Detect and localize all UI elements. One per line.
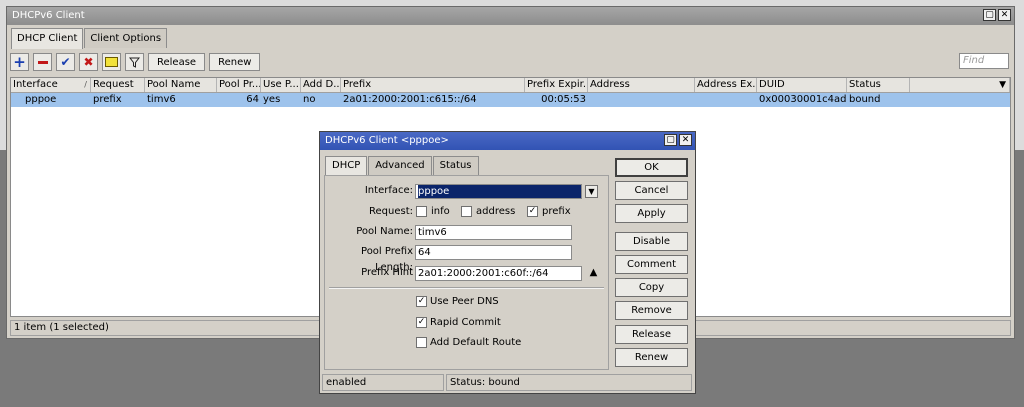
rapid-commit-checkbox[interactable]: ✓	[416, 317, 427, 328]
apply-button[interactable]: Apply	[615, 204, 688, 223]
add-default-route-label: Add Default Route	[430, 337, 522, 348]
collapse-up-icon[interactable]: ▲	[587, 267, 600, 280]
col-prefix[interactable]: Prefix	[341, 78, 525, 92]
enable-button[interactable]: ✔	[56, 53, 75, 71]
request-label: Request:	[369, 206, 413, 217]
cell-prefix: 2a01:2000:2001:c615::/64	[343, 94, 477, 105]
request-info-label: info	[431, 206, 450, 217]
request-info-checkbox[interactable]	[416, 206, 427, 217]
col-prefix-expires[interactable]: Prefix Expir...	[525, 78, 588, 92]
cell-add-default: no	[303, 94, 316, 105]
dhcpv6-client-dialog: DHCPv6 Client <pppoe> ▢ ✕ DHCP Advanced …	[319, 131, 696, 394]
add-button[interactable]: +	[10, 53, 29, 71]
pool-name-input[interactable]: timv6	[415, 225, 572, 240]
renew-button[interactable]: Renew	[615, 348, 688, 367]
cell-request: prefix	[93, 94, 122, 105]
col-request[interactable]: Request	[91, 78, 145, 92]
dialog-status-enabled: enabled	[322, 374, 444, 391]
col-pool-name[interactable]: Pool Name	[145, 78, 217, 92]
request-prefix-label: prefix	[542, 206, 571, 217]
use-peer-dns-label: Use Peer DNS	[430, 296, 499, 307]
dropdown-arrow-icon: ▼	[999, 80, 1006, 90]
col-address-expires[interactable]: Address Ex...	[695, 78, 757, 92]
minus-icon	[37, 60, 48, 64]
tab-advanced[interactable]: Advanced	[368, 156, 432, 175]
cell-use-peer: yes	[263, 94, 281, 105]
tab-status[interactable]: Status	[432, 156, 479, 175]
rapid-commit-label: Rapid Commit	[430, 317, 501, 328]
cancel-button[interactable]: Cancel	[615, 181, 688, 200]
comment-button[interactable]	[102, 53, 121, 71]
cell-duid: 0x00030001c4ad...	[759, 94, 847, 105]
plus-icon: +	[13, 53, 26, 71]
col-address[interactable]: Address	[588, 78, 695, 92]
cell-prefix-expires: 00:05:53	[541, 94, 586, 105]
remove-button[interactable]	[33, 53, 52, 71]
remove-button[interactable]: Remove	[615, 301, 688, 320]
col-use-peer[interactable]: Use P...	[261, 78, 301, 92]
cell-address	[588, 93, 695, 107]
ok-button[interactable]: OK	[615, 158, 688, 177]
dialog-title: DHCPv6 Client <pppoe>	[325, 135, 449, 146]
col-duid[interactable]: DUID	[757, 78, 847, 92]
col-pool-prefix[interactable]: Pool Pr...	[217, 78, 261, 92]
request-address-checkbox[interactable]	[461, 206, 472, 217]
col-status[interactable]: Status	[847, 78, 910, 92]
cell-pool-name: timv6	[147, 94, 176, 105]
window-titlebar[interactable]: DHCPv6 Client ▢ ✕	[7, 7, 1014, 25]
release-button[interactable]: Release	[148, 53, 206, 71]
pool-name-label: Pool Name:	[356, 226, 413, 237]
col-interface[interactable]: Interface /	[11, 78, 91, 92]
renew-button[interactable]: Renew	[209, 53, 261, 71]
use-peer-dns-checkbox[interactable]: ✓	[416, 296, 427, 307]
interface-dropdown-icon[interactable]: ▼	[585, 185, 598, 198]
prefix-hint-input[interactable]: 2a01:2000:2001:c60f::/64	[415, 266, 582, 281]
tab-dhcp[interactable]: DHCP	[325, 156, 368, 176]
comment-icon	[105, 57, 118, 67]
sort-asc-icon: /	[84, 80, 87, 89]
dialog-restore-icon[interactable]: ▢	[664, 134, 677, 146]
filter-icon	[129, 57, 140, 68]
comment-button[interactable]: Comment	[615, 255, 688, 274]
prefix-hint-label: Prefix Hint	[361, 267, 413, 278]
cell-address-expires	[695, 93, 757, 107]
check-icon: ✔	[60, 55, 71, 69]
dialog-close-icon[interactable]: ✕	[679, 134, 692, 146]
cell-status: bound	[849, 94, 881, 105]
restore-icon[interactable]: ▢	[983, 9, 996, 21]
dialog-tabs: DHCP Advanced Status	[325, 156, 480, 176]
separator	[329, 287, 604, 289]
table-header: Interface / Request Pool Name Pool Pr... …	[11, 78, 1010, 93]
cell-interface: pppoe	[25, 94, 57, 105]
add-default-route-checkbox[interactable]	[416, 337, 427, 348]
dialog-titlebar[interactable]: DHCPv6 Client <pppoe> ▢ ✕	[320, 132, 695, 150]
window-title: DHCPv6 Client	[12, 10, 85, 21]
cell-pool-prefix: 64	[246, 94, 259, 105]
tab-client-options[interactable]: Client Options	[84, 28, 168, 48]
col-add-default[interactable]: Add D...	[301, 78, 341, 92]
release-button[interactable]: Release	[615, 325, 688, 344]
request-address-label: address	[476, 206, 516, 217]
disable-button[interactable]: ✖	[79, 53, 98, 71]
disable-button[interactable]: Disable	[615, 232, 688, 251]
toolbar: + ✔ ✖ Release Renew Find	[10, 51, 1011, 73]
tab-dhcp-client[interactable]: DHCP Client	[11, 28, 84, 49]
dialog-status-bound: Status: bound	[446, 374, 692, 391]
close-icon[interactable]: ✕	[998, 9, 1011, 21]
table-row[interactable]: pppoe prefix timv6 64 yes no 2a01:2000:2…	[11, 93, 1010, 107]
copy-button[interactable]: Copy	[615, 278, 688, 297]
find-input[interactable]: Find	[959, 53, 1009, 69]
filter-button[interactable]	[125, 53, 144, 71]
pool-prefix-length-input[interactable]: 64	[415, 245, 572, 260]
interface-label: Interface:	[364, 185, 413, 196]
dhcp-tab-panel: Interface: pppoe ▼ Request: info address…	[324, 175, 609, 370]
interface-select[interactable]: pppoe	[415, 184, 582, 199]
request-prefix-checkbox[interactable]: ✓	[527, 206, 538, 217]
main-tabs: DHCP Client Client Options	[11, 28, 168, 49]
x-icon: ✖	[83, 55, 94, 69]
column-chooser[interactable]: ▼	[910, 78, 1010, 92]
